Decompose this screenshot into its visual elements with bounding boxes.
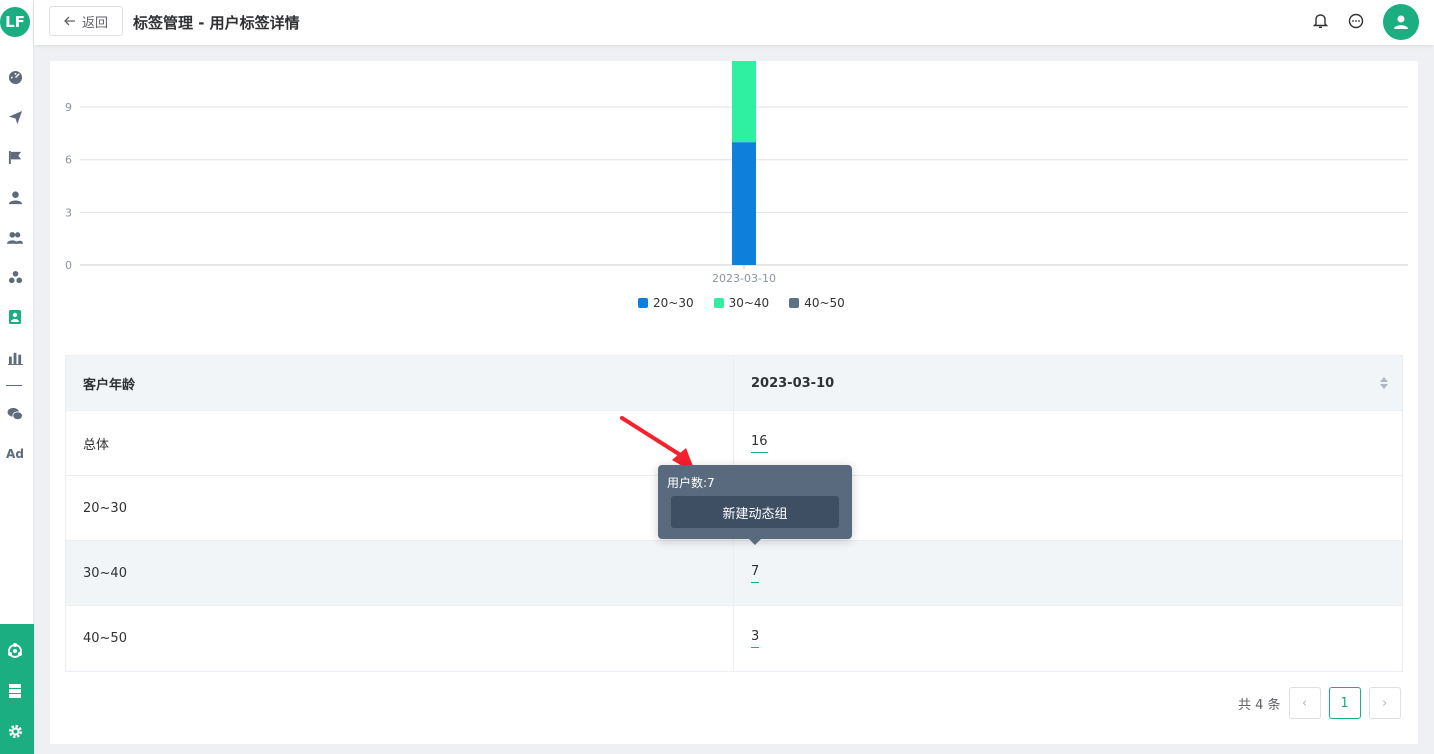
user-icon[interactable] bbox=[0, 186, 30, 208]
user-avatar-icon bbox=[1394, 15, 1408, 29]
new-dynamic-group-button[interactable]: 新建动态组 bbox=[671, 496, 839, 528]
back-button[interactable]: 返回 bbox=[49, 6, 123, 36]
sidebar-bottom bbox=[0, 624, 34, 754]
table-header-age: 客户年龄 bbox=[66, 356, 734, 410]
legend-swatch bbox=[713, 298, 724, 308]
group-icon[interactable] bbox=[0, 266, 30, 288]
y-tick-label: 3 bbox=[65, 206, 72, 219]
pagination-total: 共 4 条 bbox=[1238, 697, 1281, 713]
chart-legend: 20~30 30~40 40~50 bbox=[638, 296, 845, 310]
ad-icon[interactable]: Ad bbox=[0, 443, 30, 465]
table-cell-value: 3 bbox=[734, 606, 1402, 671]
table-header-date[interactable]: 2023-03-10 bbox=[734, 356, 1402, 410]
row-label: 40~50 bbox=[83, 631, 127, 646]
row-label: 20~30 bbox=[83, 500, 127, 516]
top-header: 返回 标签管理 - 用户标签详情 bbox=[34, 0, 1434, 45]
prev-page-button[interactable]: ‹ bbox=[1288, 687, 1321, 719]
gear-icon[interactable] bbox=[0, 720, 30, 742]
arrow-left-icon bbox=[64, 16, 75, 26]
pagination: 共 4 条 ‹ 1 › bbox=[1238, 687, 1401, 719]
sidebar-divider bbox=[6, 385, 22, 386]
legend-swatch bbox=[789, 298, 800, 308]
wechat-icon[interactable] bbox=[0, 403, 30, 425]
y-tick-label: 0 bbox=[65, 259, 72, 272]
legend-label: 20~30 bbox=[653, 296, 694, 310]
main-card: 0 3 6 9 2023-03-10 20~30 30~40 40~50 客户年龄 20… bbox=[50, 61, 1418, 744]
y-tick-label: 6 bbox=[65, 154, 72, 167]
send-icon[interactable] bbox=[0, 106, 30, 128]
dashboard-icon[interactable] bbox=[0, 66, 30, 88]
table-row: 30~40 7 bbox=[66, 541, 1402, 606]
row-value-link[interactable]: 3 bbox=[751, 629, 760, 648]
tag-user-icon[interactable] bbox=[0, 306, 30, 328]
bell-icon[interactable] bbox=[1311, 12, 1329, 30]
app-logo[interactable]: LF bbox=[0, 7, 30, 37]
table-cell-label: 30~40 bbox=[66, 541, 734, 605]
table-cell-label: 20~30 bbox=[66, 476, 734, 540]
legend-label: 40~50 bbox=[804, 296, 845, 310]
avatar[interactable] bbox=[1383, 4, 1419, 40]
chevron-left-icon: ‹ bbox=[1301, 695, 1308, 711]
sidebar: LF Ad bbox=[0, 0, 34, 754]
legend-item-20-30[interactable]: 20~30 bbox=[638, 296, 694, 310]
row-label: 30~40 bbox=[83, 565, 127, 581]
legend-label: 30~40 bbox=[728, 296, 770, 310]
row-label: 总体 bbox=[83, 437, 110, 453]
stacked-bar-chart: 0 3 6 9 2023-03-10 bbox=[65, 61, 1408, 285]
row-value-link[interactable]: 7 bbox=[751, 564, 760, 583]
users-icon[interactable] bbox=[0, 226, 30, 248]
next-page-button[interactable]: › bbox=[1368, 687, 1401, 719]
legend-item-40-50[interactable]: 40~50 bbox=[789, 296, 845, 310]
table-cell-label: 40~50 bbox=[66, 606, 734, 671]
message-icon[interactable] bbox=[1347, 12, 1365, 30]
popover-text: 用户数:7 bbox=[667, 476, 715, 490]
sort-icon[interactable] bbox=[1380, 377, 1388, 389]
table-row: 40~50 3 bbox=[66, 606, 1402, 671]
header-label: 客户年龄 bbox=[83, 377, 136, 393]
network-icon[interactable] bbox=[0, 640, 30, 662]
page-title: 标签管理 - 用户标签详情 bbox=[133, 14, 300, 32]
table-cell-value: 7 bbox=[734, 541, 1402, 605]
bar-segment[interactable] bbox=[732, 61, 756, 143]
legend-item-30-40[interactable]: 30~40 bbox=[713, 296, 770, 310]
y-tick-label: 9 bbox=[65, 101, 72, 114]
flag-icon[interactable] bbox=[0, 146, 30, 168]
header-label: 2023-03-10 bbox=[751, 375, 835, 391]
bar-segment[interactable] bbox=[732, 142, 756, 265]
bar-chart-icon[interactable] bbox=[0, 346, 30, 368]
x-tick-label: 2023-03-10 bbox=[712, 272, 776, 285]
table-header-row: 客户年龄 2023-03-10 bbox=[66, 356, 1402, 411]
back-button-label: 返回 bbox=[81, 15, 108, 31]
page-number-1[interactable]: 1 bbox=[1328, 687, 1361, 719]
row-value-link[interactable]: 16 bbox=[751, 434, 768, 453]
value-popover: 用户数:7 新建动态组 bbox=[658, 465, 852, 545]
server-icon[interactable] bbox=[0, 680, 30, 702]
legend-swatch bbox=[638, 298, 648, 308]
chevron-right-icon: › bbox=[1381, 695, 1388, 711]
